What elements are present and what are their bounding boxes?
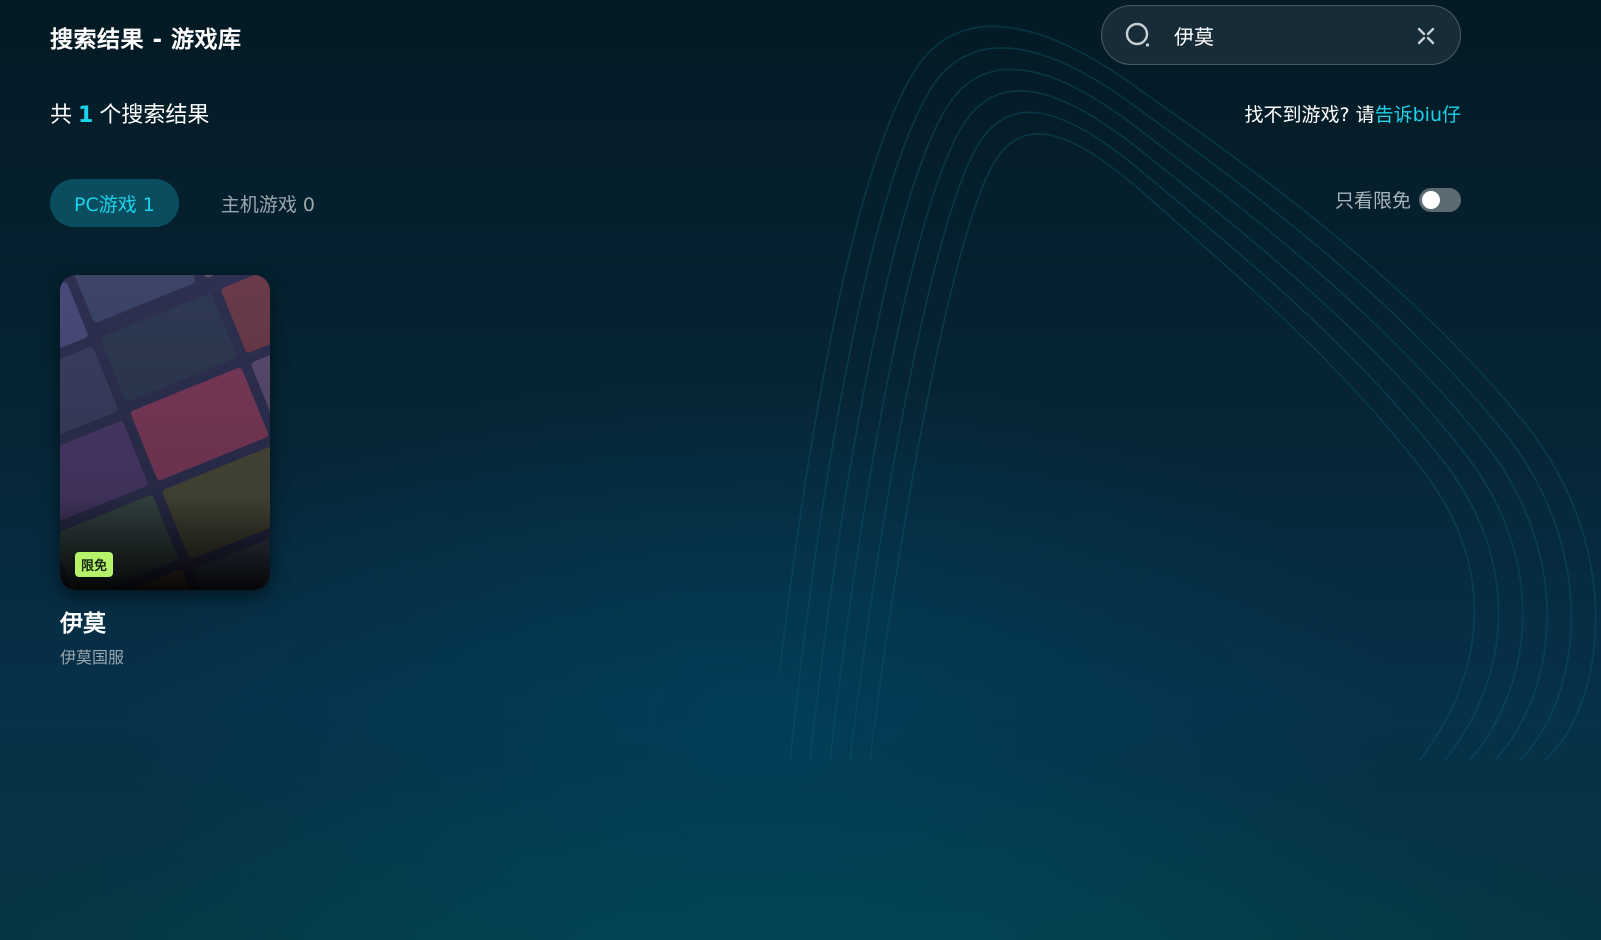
free-only-label: 只看限免	[1334, 190, 1411, 212]
close-icon[interactable]	[1414, 24, 1438, 48]
free-only-toggle[interactable]	[1419, 187, 1461, 212]
search-box[interactable]	[1101, 5, 1461, 65]
toggle-knob	[1422, 190, 1440, 209]
free-only-filter: 只看限免	[1335, 186, 1461, 213]
background-contour-decoration	[780, 25, 1597, 760]
result-count-suffix: 个搜索结果	[99, 103, 210, 128]
platform-tabs: PC游戏 1 主机游戏 0	[50, 179, 339, 227]
feedback-text: 找不到游戏? 请	[1244, 104, 1375, 126]
game-title: 伊莫	[60, 611, 106, 637]
tab-pc-games[interactable]: PC游戏 1	[50, 179, 179, 227]
game-cover-image: 限免	[60, 275, 270, 590]
free-badge: 限免	[75, 552, 114, 577]
game-subtitle: 伊莫国服	[60, 648, 125, 667]
game-cover-art	[60, 275, 270, 590]
feedback-prompt: 找不到游戏? 请告诉biu仔	[1244, 100, 1461, 127]
result-count-prefix: 共	[50, 103, 73, 128]
result-count: 共 1 个搜索结果	[50, 97, 209, 129]
search-icon	[1125, 22, 1150, 47]
result-count-number: 1	[78, 103, 94, 128]
game-card[interactable]: 限免 伊莫 伊莫国服	[60, 275, 270, 668]
feedback-link[interactable]: 告诉biu仔	[1375, 104, 1461, 126]
page-title: 搜索结果 - 游戏库	[50, 27, 242, 53]
tab-console-games[interactable]: 主机游戏 0	[197, 179, 339, 227]
search-input[interactable]	[1174, 18, 1404, 52]
